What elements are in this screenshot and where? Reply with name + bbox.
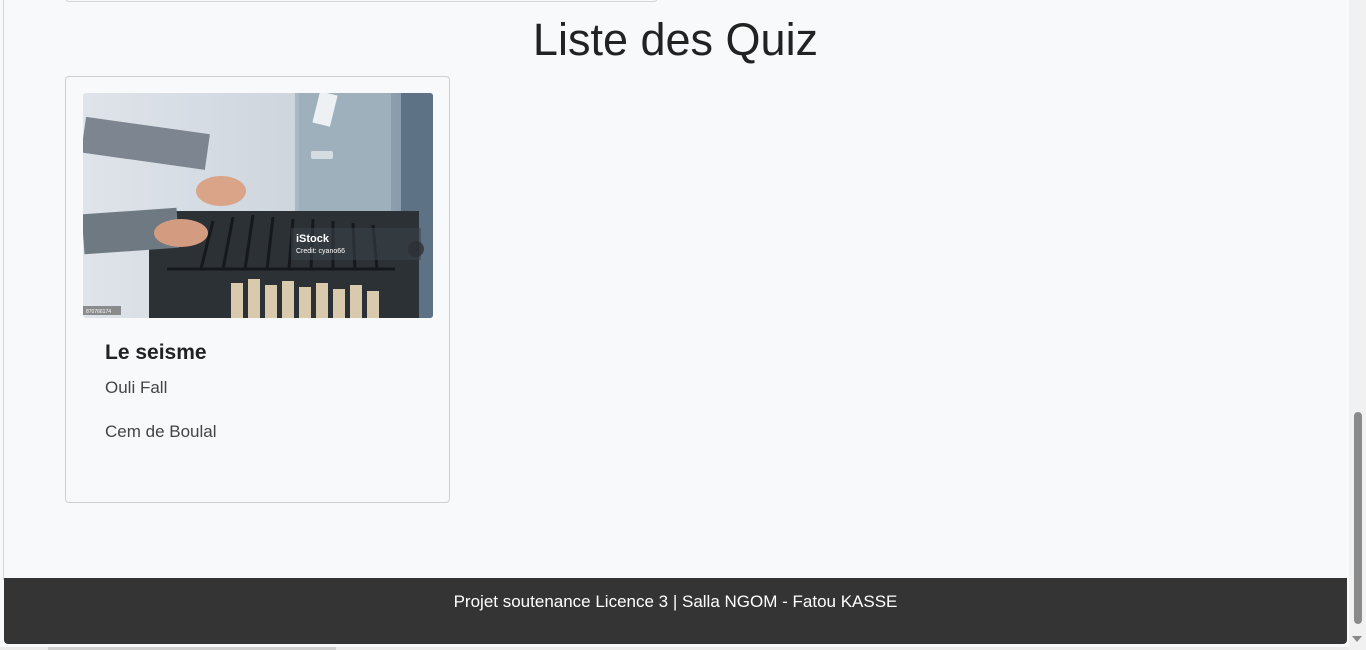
- page-title: Liste des Quiz: [532, 14, 819, 65]
- stock-id: 870766174: [86, 309, 111, 315]
- scroll-down-arrow-icon[interactable]: [1352, 636, 1362, 642]
- watermark-brand: iStock: [296, 233, 330, 245]
- quiz-author: Ouli Fall: [105, 378, 168, 397]
- previous-section-edge: [65, 0, 658, 2]
- quiz-card-image: iStock Credit: cyano66 870766174: [83, 93, 433, 318]
- footer-text: Projet soutenance Licence 3 | Salla NGOM…: [453, 592, 898, 611]
- page-border: [3, 0, 4, 580]
- footer: Projet soutenance Licence 3 | Salla NGOM…: [4, 578, 1347, 644]
- quiz-title[interactable]: Le seisme: [105, 341, 207, 365]
- vertical-scrollbar[interactable]: [1349, 0, 1366, 650]
- quiz-card[interactable]: iStock Credit: cyano66 870766174 Le seis…: [65, 76, 450, 503]
- watermark-credit: Credit: cyano66: [296, 248, 345, 255]
- scrollbar-thumb[interactable]: [1354, 412, 1362, 624]
- quiz-school: Cem de Boulal: [105, 422, 217, 441]
